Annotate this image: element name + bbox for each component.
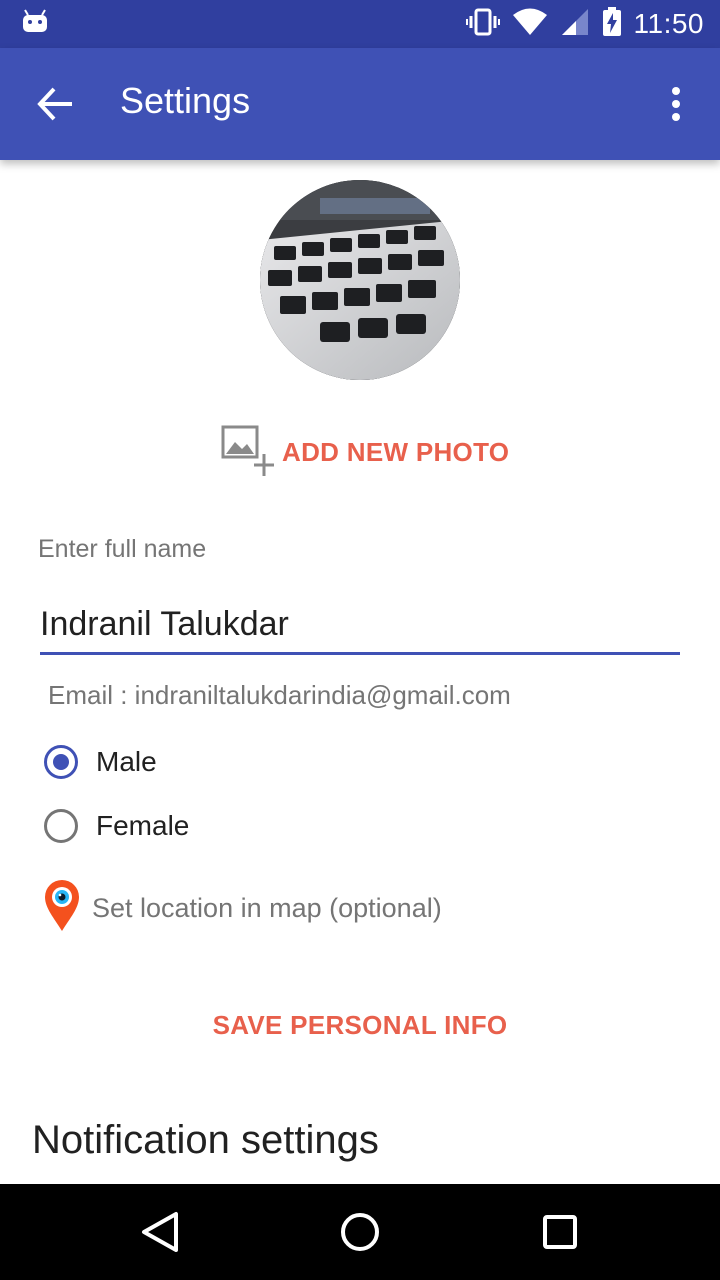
back-triangle-icon[interactable] bbox=[136, 1208, 184, 1256]
wifi-icon bbox=[512, 8, 548, 40]
status-bar: 11:50 bbox=[0, 0, 720, 48]
full-name-input[interactable] bbox=[40, 596, 680, 655]
email-text: Email : indraniltalukdarindia@gmail.com bbox=[48, 680, 511, 710]
profile-avatar[interactable] bbox=[260, 180, 460, 380]
gender-radio-male[interactable]: Male bbox=[44, 740, 157, 784]
battery-charging-icon bbox=[602, 7, 622, 41]
app-bar: Settings bbox=[0, 48, 720, 160]
set-location-label: Set location in map (optional) bbox=[92, 892, 442, 923]
set-location-button[interactable]: Set location in map (optional) bbox=[44, 880, 442, 936]
radio-label-male: Male bbox=[96, 746, 157, 777]
arrow-back-icon[interactable] bbox=[36, 84, 76, 124]
android-icon bbox=[22, 8, 48, 38]
signal-icon bbox=[560, 8, 590, 40]
page-title: Settings bbox=[120, 80, 251, 121]
home-circle-icon[interactable] bbox=[336, 1208, 384, 1256]
save-personal-info-button[interactable]: SAVE PERSONAL INFO bbox=[0, 1000, 720, 1050]
more-vert-icon[interactable] bbox=[662, 84, 690, 124]
add-photo-icon bbox=[220, 422, 276, 482]
notification-settings-heading: Notification settings bbox=[32, 1118, 379, 1162]
gender-radio-female[interactable]: Female bbox=[44, 804, 189, 848]
add-photo-button[interactable]: ADD NEW PHOTO bbox=[220, 424, 509, 480]
add-photo-label: ADD NEW PHOTO bbox=[282, 436, 510, 467]
map-pin-icon bbox=[44, 880, 80, 936]
clock: 11:50 bbox=[633, 8, 704, 39]
radio-unchecked-icon bbox=[44, 809, 78, 843]
system-nav-bar bbox=[0, 1184, 720, 1280]
vibrate-icon bbox=[465, 8, 500, 40]
radio-label-female: Female bbox=[96, 810, 190, 841]
save-personal-info-label: SAVE PERSONAL INFO bbox=[212, 1009, 508, 1040]
name-field-label: Enter full name bbox=[38, 535, 207, 563]
radio-checked-icon bbox=[44, 745, 78, 779]
settings-content: ADD NEW PHOTO Enter full name Email : in… bbox=[0, 160, 720, 1184]
recents-square-icon[interactable] bbox=[536, 1208, 584, 1256]
